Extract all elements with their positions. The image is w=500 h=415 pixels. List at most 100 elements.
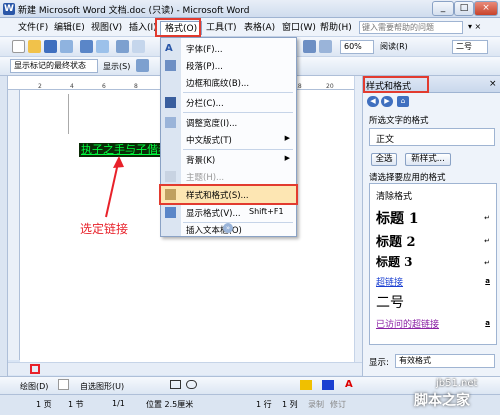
status-pages: 1/1 [112,399,125,408]
font-size-select[interactable]: 二号 [452,40,488,54]
watermark-site: jb51.net [436,378,478,389]
save-icon[interactable] [44,40,57,53]
annotation-label: 选定链接 [80,222,129,236]
status-record[interactable]: 录制 [308,399,324,410]
menu-item-asian-layout[interactable]: 中文版式(T) ▶ [161,131,296,148]
new-style-button[interactable]: 新样式... [405,153,451,166]
menu-item-label: 主题(H)... [186,173,225,183]
previous-change-icon[interactable] [136,59,149,72]
menu-separator [183,149,293,150]
menu-separator [183,112,293,113]
submenu-arrow-icon: ▶ [284,134,290,142]
menu-table[interactable]: 表格(A) [240,21,279,35]
minimize-button[interactable]: _ [432,1,454,16]
menu-item-label: 显示格式(V)... [186,209,241,219]
menu-help[interactable]: 帮助(H) [316,21,356,35]
display-for-review-select[interactable]: 显示标记的最终状态 [10,59,98,73]
width-icon [165,117,176,128]
submenu-arrow-icon: ▶ [284,154,290,162]
styles-task-pane: 样式和格式 × ◀ ▶ ⌂ 所选文字的格式 正文 全选 新样式... 请选择要应… [362,76,500,376]
menu-item-borders[interactable]: 边框和底纹(B)... [161,74,296,91]
show-format-select[interactable]: 有效格式 [395,354,495,368]
menu-item-label: 中文版式(T) [186,136,232,146]
menu-separator [183,92,293,93]
vertical-scrollbar[interactable] [354,76,362,362]
maximize-button[interactable]: □ [454,1,474,16]
status-track-changes[interactable]: 修订 [330,399,346,410]
new-doc-icon[interactable] [12,40,25,53]
research-icon[interactable] [132,40,145,53]
menu-item-columns[interactable]: 分栏(C)... [161,94,296,111]
style-item-heading-1[interactable]: 标题 1 [376,208,419,228]
menu-item-adjust-width[interactable]: 调整宽度(I)... [161,114,296,131]
permission-icon[interactable] [60,40,73,53]
menu-item-label: 边框和底纹(B)... [186,79,250,89]
menu-item-font[interactable]: A 字体(F)... [161,40,296,57]
character-style-icon: a [485,319,490,327]
menu-window[interactable]: 窗口(W) [278,21,320,35]
menu-item-reveal-formatting[interactable]: 显示格式(V)... Shift+F1 [161,204,296,221]
status-line: 1 行 [256,400,272,409]
print-icon[interactable] [80,40,93,53]
status-position: 位置 2.5厘米 [146,400,194,409]
close-button[interactable]: × [474,1,498,16]
fill-color-icon[interactable] [300,380,312,390]
menu-item-label: 插入文本框(O) [186,226,242,236]
close-doc-icon[interactable]: ▾ × [468,22,481,31]
menu-item-label: 样式和格式(S)... [186,191,249,201]
left-gutter [0,76,8,376]
forward-icon[interactable]: ▶ [381,96,393,107]
menu-view[interactable]: 视图(V) [87,21,126,35]
line-color-icon[interactable] [322,380,334,390]
menu-tools[interactable]: 工具(T) [202,21,241,35]
style-item-hyperlink[interactable]: 超链接 [376,275,403,288]
font-color-icon[interactable]: A [345,379,353,390]
table-icon[interactable] [303,40,316,53]
home-icon[interactable]: ⌂ [397,96,409,107]
style-item-size-2[interactable]: 二号 [376,292,404,312]
spelling-icon[interactable] [116,40,129,53]
read-mode-button[interactable]: 阅读(R) [380,41,408,52]
select-objects-icon[interactable] [58,379,69,390]
menu-file[interactable]: 文件(F) [14,21,52,35]
menu-item-styles-and-formatting[interactable]: 样式和格式(S)... [159,184,298,205]
columns-icon [165,97,176,108]
menu-item-label: 背景(K) [186,156,216,166]
print-layout-view-button[interactable] [30,364,40,374]
back-icon[interactable]: ◀ [367,96,379,107]
vertical-ruler[interactable] [8,90,20,360]
select-all-button[interactable]: 全选 [371,153,397,166]
autoshapes-button[interactable]: 自选图形(U) [80,381,124,392]
expand-menu-chevron-icon[interactable]: » [223,223,233,233]
styles-icon [165,189,176,200]
menu-item-label: 调整宽度(I)... [186,119,238,129]
help-search-input[interactable]: 键入需要帮助的问题 [359,21,463,34]
window-title: 新建 Microsoft Word 文档.doc (只读) - Microsof… [18,6,250,16]
show-menu-button[interactable]: 显示(S) [103,61,130,72]
style-item-heading-2[interactable]: 标题 2 [376,231,416,250]
selected-format-box[interactable]: 正文 [369,128,495,146]
task-pane-close-icon[interactable]: × [489,79,497,89]
menu-item-paragraph[interactable]: 段落(P)... [161,57,296,74]
menu-item-theme[interactable]: 主题(H)... [161,168,296,185]
word-app-icon: W [3,3,15,15]
rectangle-icon[interactable] [170,380,181,389]
style-item-visited-hyperlink[interactable]: 已访问的超链接 [376,317,439,330]
paragraph-style-icon: ↵ [484,214,490,222]
selected-format-label: 所选文字的格式 [369,116,429,126]
oval-icon[interactable] [186,380,197,389]
draw-menu-button[interactable]: 绘图(D) [20,381,48,392]
style-list[interactable]: 清除格式 标题 1 ↵ 标题 2 ↵ 标题 3 ↵ 超链接 a 二号 已访问的超… [369,183,497,345]
horizontal-scrollbar[interactable] [8,362,362,375]
open-folder-icon[interactable] [28,40,41,53]
zoom-select[interactable]: 60% [340,40,374,54]
style-item-clear-formatting[interactable]: 清除格式 [376,189,412,202]
style-item-heading-3[interactable]: 标题 3 [376,253,413,270]
columns-toolbar-icon[interactable] [319,40,332,53]
menu-item-background[interactable]: 背景(K) ▶ [161,151,296,168]
paragraph-icon [165,60,176,71]
status-section: 1 节 [68,400,84,409]
apply-format-label: 请选择要应用的格式 [369,173,446,183]
print-preview-icon[interactable] [96,40,109,53]
menu-edit[interactable]: 编辑(E) [50,21,89,35]
